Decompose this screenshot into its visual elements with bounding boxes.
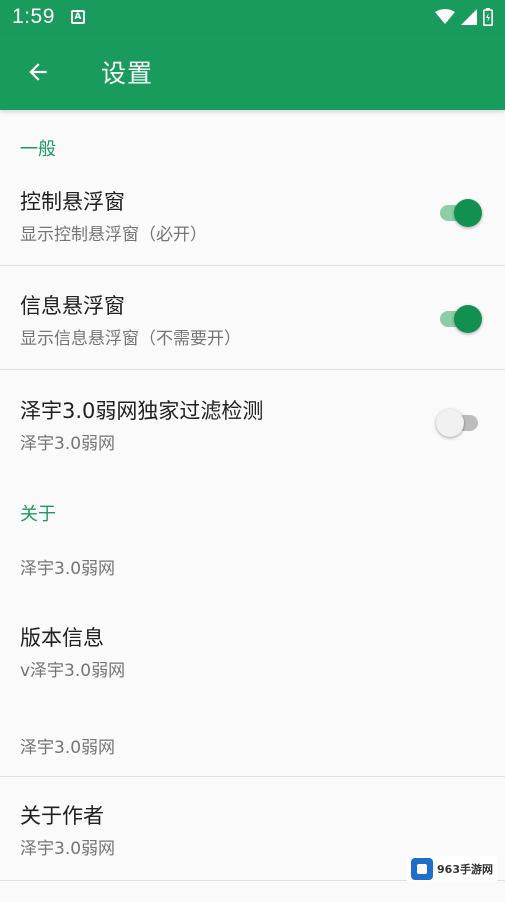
setting-subtitle: v泽宇3.0弱网 xyxy=(20,661,126,681)
setting-subtitle: 泽宇3.0弱网 xyxy=(20,559,116,579)
setting-info-float[interactable]: 信息悬浮窗 显示信息悬浮窗（不需要开） xyxy=(0,290,505,349)
control-float-toggle[interactable] xyxy=(436,192,482,232)
about-description-2[interactable]: 泽宇3.0弱网 xyxy=(0,729,505,758)
notification-app-icon: A xyxy=(70,10,85,24)
section-header-about: 关于 xyxy=(20,504,56,525)
setting-control-float[interactable]: 控制悬浮窗 显示控制悬浮窗（必开） xyxy=(0,186,505,245)
setting-subtitle: 显示控制悬浮窗（必开） xyxy=(20,225,207,245)
filter-detect-toggle[interactable] xyxy=(436,402,480,442)
setting-title: 控制悬浮窗 xyxy=(20,190,125,214)
status-bar: 1:59 A xyxy=(0,0,505,34)
setting-version-info[interactable]: 版本信息 v泽宇3.0弱网 xyxy=(0,622,505,681)
setting-subtitle: 泽宇3.0弱网 xyxy=(20,738,116,758)
divider xyxy=(0,776,505,777)
setting-about-author[interactable]: 关于作者 泽宇3.0弱网 xyxy=(0,800,505,859)
wifi-icon xyxy=(435,9,455,24)
setting-filter-detect[interactable]: 泽宇3.0弱网独家过滤检测 泽宇3.0弱网 xyxy=(0,395,505,454)
settings-list: 一般 控制悬浮窗 显示控制悬浮窗（必开） 信息悬浮窗 显示信息悬浮窗（不需要开）… xyxy=(0,110,505,902)
section-header-general: 一般 xyxy=(20,139,56,160)
signal-icon xyxy=(461,9,477,25)
divider xyxy=(0,265,505,266)
setting-subtitle: 显示信息悬浮窗（不需要开） xyxy=(20,329,241,349)
watermark: 963手游网 xyxy=(407,856,497,882)
watermark-logo-icon xyxy=(411,858,434,880)
about-description[interactable]: 泽宇3.0弱网 xyxy=(0,550,505,579)
status-icons xyxy=(435,8,493,26)
watermark-text: 963手游网 xyxy=(437,863,493,876)
status-time: 1:59 xyxy=(12,5,55,28)
arrow-back-icon xyxy=(29,63,47,81)
back-button[interactable] xyxy=(20,54,56,90)
app-bar: 设置 xyxy=(0,34,505,110)
setting-title: 关于作者 xyxy=(20,804,104,828)
divider xyxy=(0,369,505,370)
info-float-toggle[interactable] xyxy=(436,298,482,338)
setting-title: 信息悬浮窗 xyxy=(20,294,125,318)
page-title: 设置 xyxy=(101,59,154,88)
setting-title: 版本信息 xyxy=(20,626,104,650)
setting-title: 泽宇3.0弱网独家过滤检测 xyxy=(20,399,264,423)
setting-subtitle: 泽宇3.0弱网 xyxy=(20,434,116,454)
battery-icon xyxy=(483,8,493,26)
